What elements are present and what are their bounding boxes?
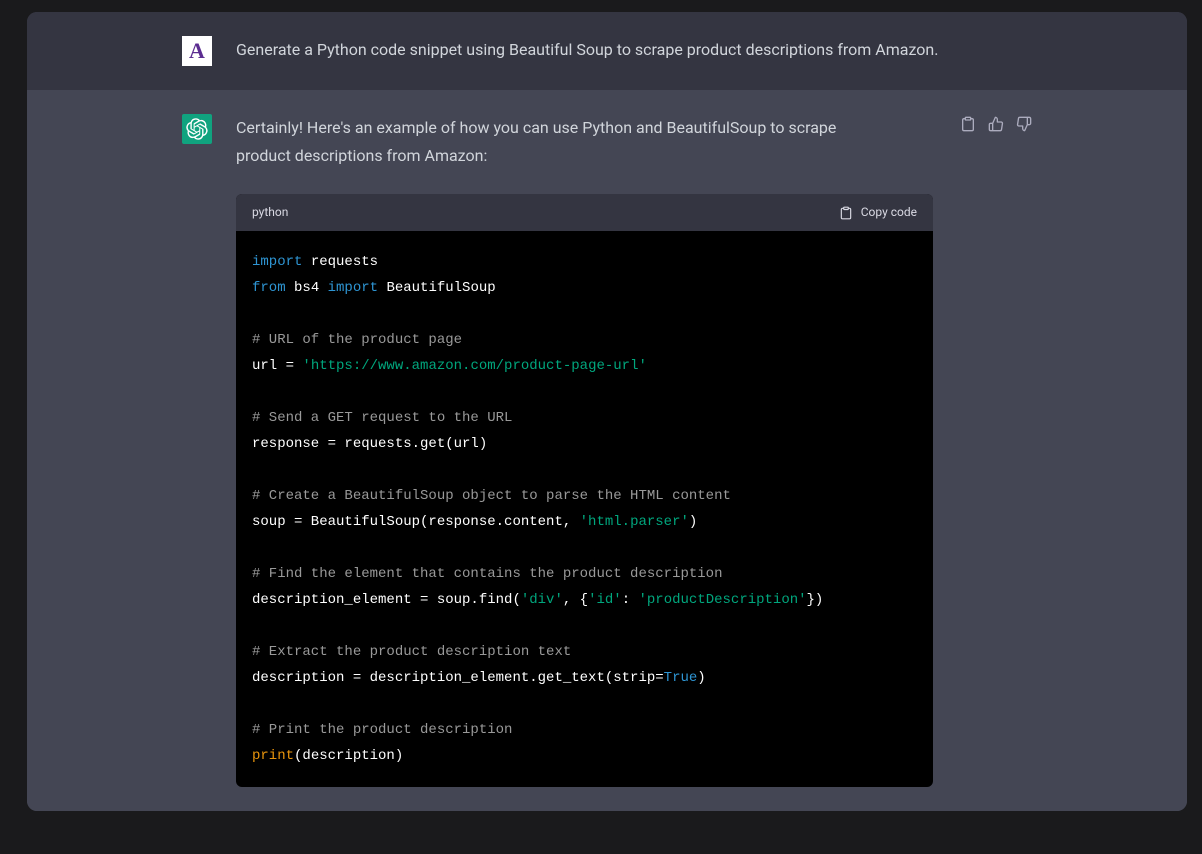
- copy-message-icon[interactable]: [960, 116, 976, 132]
- openai-logo-icon: [186, 118, 208, 140]
- assistant-intro-text: Certainly! Here's an example of how you …: [236, 114, 886, 170]
- thumbs-down-icon[interactable]: [1016, 116, 1032, 132]
- assistant-message: Certainly! Here's an example of how you …: [27, 90, 1187, 811]
- message-actions: [960, 116, 1032, 132]
- copy-code-button[interactable]: Copy code: [839, 202, 917, 223]
- assistant-avatar: [182, 114, 212, 144]
- clipboard-icon: [839, 206, 853, 220]
- code-body[interactable]: import requests from bs4 import Beautifu…: [236, 231, 933, 787]
- thumbs-up-icon[interactable]: [988, 116, 1004, 132]
- user-message-text: Generate a Python code snippet using Bea…: [236, 36, 1032, 66]
- code-block: python Copy code import requests from bs…: [236, 194, 933, 787]
- code-language-label: python: [252, 202, 288, 223]
- user-message: A Generate a Python code snippet using B…: [27, 12, 1187, 90]
- assistant-message-content: Certainly! Here's an example of how you …: [236, 114, 1032, 787]
- code-header: python Copy code: [236, 194, 933, 231]
- user-avatar: A: [182, 36, 212, 66]
- chat-container: A Generate a Python code snippet using B…: [27, 12, 1187, 811]
- user-avatar-letter: A: [189, 38, 205, 64]
- copy-code-label: Copy code: [861, 202, 917, 223]
